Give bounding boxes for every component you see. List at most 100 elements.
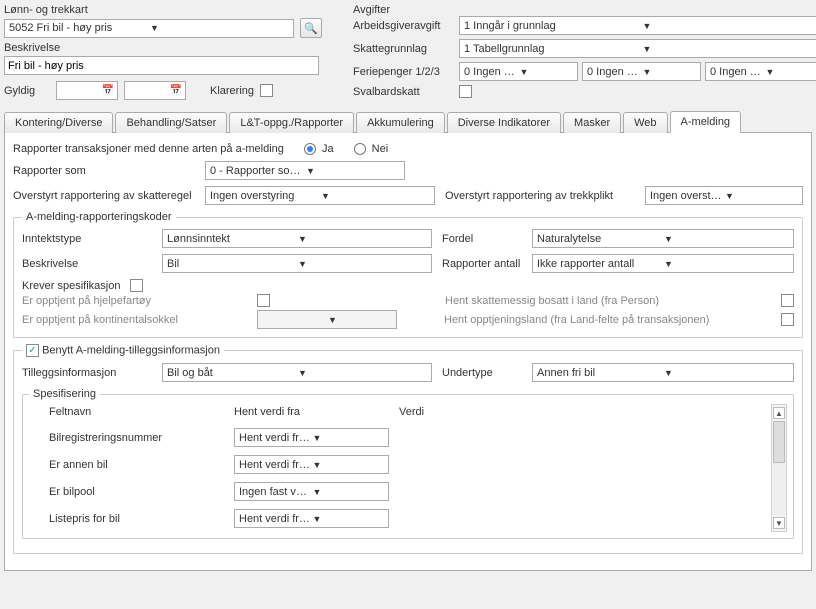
opptjent-hjelpefartoy-checkbox[interactable]	[257, 294, 270, 307]
hent-bosatt-checkbox[interactable]	[781, 294, 794, 307]
overstyrt-skatt-dropdown[interactable]: Ingen overstyring ▼	[205, 186, 435, 205]
calendar-icon: 📅	[102, 85, 114, 96]
svalbard-checkbox[interactable]	[459, 85, 472, 98]
opptjent-kontinental-label: Er opptjent på kontinentalsokkel	[22, 314, 247, 326]
spec-hent-dropdown[interactable]: Hent verdi fra bil på trans… ▼	[234, 428, 389, 447]
hent-opptjeningsland-checkbox[interactable]	[781, 313, 794, 326]
avgifter-title: Avgifter	[353, 4, 390, 16]
hent-opptjeningsland-label: Hent opptjeningsland (fra Land-felte på …	[444, 314, 771, 326]
koder-beskrivelse-label: Beskrivelse	[22, 258, 152, 270]
lonn-dropdown-value: 5052 Fri bil - høy pris	[9, 22, 148, 34]
tilleggsinfo-value: Bil og båt	[167, 367, 296, 379]
fieldset-koder: A-melding-rapporteringskoder Inntektstyp…	[13, 211, 803, 338]
spec-hent-dropdown[interactable]: Hent verdi fra bil på trans… ▼	[234, 455, 389, 474]
benytt-tillegg-checkbox[interactable]	[26, 344, 39, 357]
chevron-down-icon: ▼	[311, 487, 387, 497]
spec-hent-dropdown[interactable]: Hent verdi fra bil på trans… ▼	[234, 509, 389, 528]
tab-web[interactable]: Web	[623, 112, 667, 133]
tab-amelding[interactable]: A-melding	[670, 111, 742, 133]
koder-beskrivelse-value: Bil	[167, 258, 296, 270]
tilleggsinfo-dropdown[interactable]: Bil og båt ▼	[162, 363, 432, 382]
rapporter-som-label: Rapporter som	[13, 165, 195, 177]
calendar-icon: 📅	[170, 85, 182, 96]
rapporter-som-dropdown[interactable]: 0 - Rapporter som inntektsdetalj ▼	[205, 161, 405, 180]
klarering-checkbox[interactable]	[260, 84, 273, 97]
overstyrt-skatt-label: Overstyrt rapportering av skatteregel	[13, 190, 195, 202]
klarering-label: Klarering	[210, 85, 254, 97]
inntektstype-label: Inntektstype	[22, 233, 152, 245]
spec-feltnavn: Er annen bil	[49, 459, 234, 471]
tab-masker[interactable]: Masker	[563, 112, 621, 133]
chevron-down-icon: ▼	[662, 234, 791, 244]
krever-spes-checkbox[interactable]	[130, 279, 143, 292]
rapporter-som-value: 0 - Rapporter som inntektsdetalj	[210, 165, 304, 177]
scroll-up-icon[interactable]: ▲	[773, 407, 785, 419]
fieldset-spesifisering: Spesifisering Feltnavn Hent verdi fra Ve…	[22, 388, 794, 539]
tab-strip: Kontering/Diverse Behandling/Satser L&T-…	[4, 110, 812, 133]
feriepenger-label: Feriepenger 1/2/3	[353, 66, 453, 78]
scroll-thumb[interactable]	[773, 421, 785, 463]
spec-row: Listepris for bil Hent verdi fra bil på …	[29, 505, 771, 532]
spec-hent-value: Hent verdi fra bil på trans…	[239, 432, 311, 444]
arbeidsgiveravgift-dropdown[interactable]: 1 Inngår i grunnlag ▼	[459, 16, 816, 35]
scroll-track[interactable]	[773, 421, 785, 515]
col-feltnavn: Feltnavn	[49, 406, 234, 418]
chevron-down-icon: ▼	[641, 44, 816, 54]
opptjent-hjelpefartoy-label: Er opptjent på hjelpefartøy	[22, 295, 247, 307]
feriepenger-1-value: 0 Ingen oppdatering	[464, 66, 518, 78]
radio-ja[interactable]	[304, 143, 316, 155]
chevron-down-icon: ▼	[641, 21, 816, 31]
lonn-dropdown[interactable]: 5052 Fri bil - høy pris ▼	[4, 19, 294, 38]
chevron-down-icon: ▼	[311, 433, 387, 443]
undertype-label: Undertype	[442, 367, 522, 379]
gyldig-to-date[interactable]: 📅	[124, 81, 186, 100]
beskrivelse-label: Beskrivelse	[4, 42, 339, 54]
fordel-dropdown[interactable]: Naturalytelse ▼	[532, 229, 794, 248]
radio-nei[interactable]	[354, 143, 366, 155]
opptjent-kontinental-dropdown: ▼	[257, 310, 397, 329]
skattegrunnlag-dropdown[interactable]: 1 Tabellgrunnlag ▼	[459, 39, 816, 58]
spec-hent-value: Ingen fast verdi	[239, 486, 311, 498]
chevron-down-icon: ▼	[296, 259, 429, 269]
tab-kontering[interactable]: Kontering/Diverse	[4, 112, 113, 133]
spec-row: Er bilpool Ingen fast verdi ▼	[29, 478, 771, 505]
feriepenger-1-dropdown[interactable]: 0 Ingen oppdatering ▼	[459, 62, 578, 81]
search-button[interactable]: 🔍	[300, 18, 322, 38]
chevron-down-icon: ▼	[148, 23, 291, 33]
radio-nei-label: Nei	[372, 143, 389, 155]
feriepenger-2-value: 0 Ingen oppdatering	[587, 66, 641, 78]
overstyrt-trekk-dropdown[interactable]: Ingen overstyring ▼	[645, 186, 803, 205]
tilleggsinfo-label: Tilleggsinformasjon	[22, 367, 152, 379]
feriepenger-3-dropdown[interactable]: 0 Ingen oppdatering ▼	[705, 62, 816, 81]
spec-scrollbar[interactable]: ▲ ▼	[771, 404, 787, 532]
rapporter-antall-dropdown[interactable]: Ikke rapporter antall ▼	[532, 254, 794, 273]
chevron-down-icon: ▼	[311, 460, 387, 470]
beskrivelse-input[interactable]	[4, 56, 319, 75]
chevron-down-icon: ▼	[662, 368, 791, 378]
chevron-down-icon: ▼	[723, 191, 800, 201]
spec-hent-dropdown[interactable]: Ingen fast verdi ▼	[234, 482, 389, 501]
spec-hent-value: Hent verdi fra bil på trans…	[239, 513, 311, 525]
undertype-value: Annen fri bil	[537, 367, 662, 379]
gyldig-from-date[interactable]: 📅	[56, 81, 118, 100]
undertype-dropdown[interactable]: Annen fri bil ▼	[532, 363, 794, 382]
rapporter-antall-value: Ikke rapporter antall	[537, 258, 662, 270]
feriepenger-2-dropdown[interactable]: 0 Ingen oppdatering ▼	[582, 62, 701, 81]
inntektstype-dropdown[interactable]: Lønnsinntekt ▼	[162, 229, 432, 248]
tab-behandling[interactable]: Behandling/Satser	[115, 112, 227, 133]
tab-ltoppg[interactable]: L&T-oppg./Rapporter	[229, 112, 354, 133]
chevron-down-icon: ▼	[326, 315, 394, 325]
scroll-down-icon[interactable]: ▼	[773, 517, 785, 529]
tab-akkumulering[interactable]: Akkumulering	[356, 112, 445, 133]
col-hent: Hent verdi fra	[234, 406, 399, 418]
chevron-down-icon: ▼	[518, 67, 576, 77]
overstyrt-trekk-label: Overstyrt rapportering av trekkplikt	[445, 190, 635, 202]
spec-feltnavn: Listepris for bil	[49, 513, 234, 525]
tab-body-amelding: Rapporter transaksjoner med denne arten …	[4, 133, 812, 571]
koder-beskrivelse-dropdown[interactable]: Bil ▼	[162, 254, 432, 273]
fordel-label: Fordel	[442, 233, 522, 245]
spec-feltnavn: Bilregistreringsnummer	[49, 432, 234, 444]
search-icon: 🔍	[304, 22, 318, 35]
tab-diverse-indikatorer[interactable]: Diverse Indikatorer	[447, 112, 561, 133]
chevron-down-icon: ▼	[311, 514, 387, 524]
